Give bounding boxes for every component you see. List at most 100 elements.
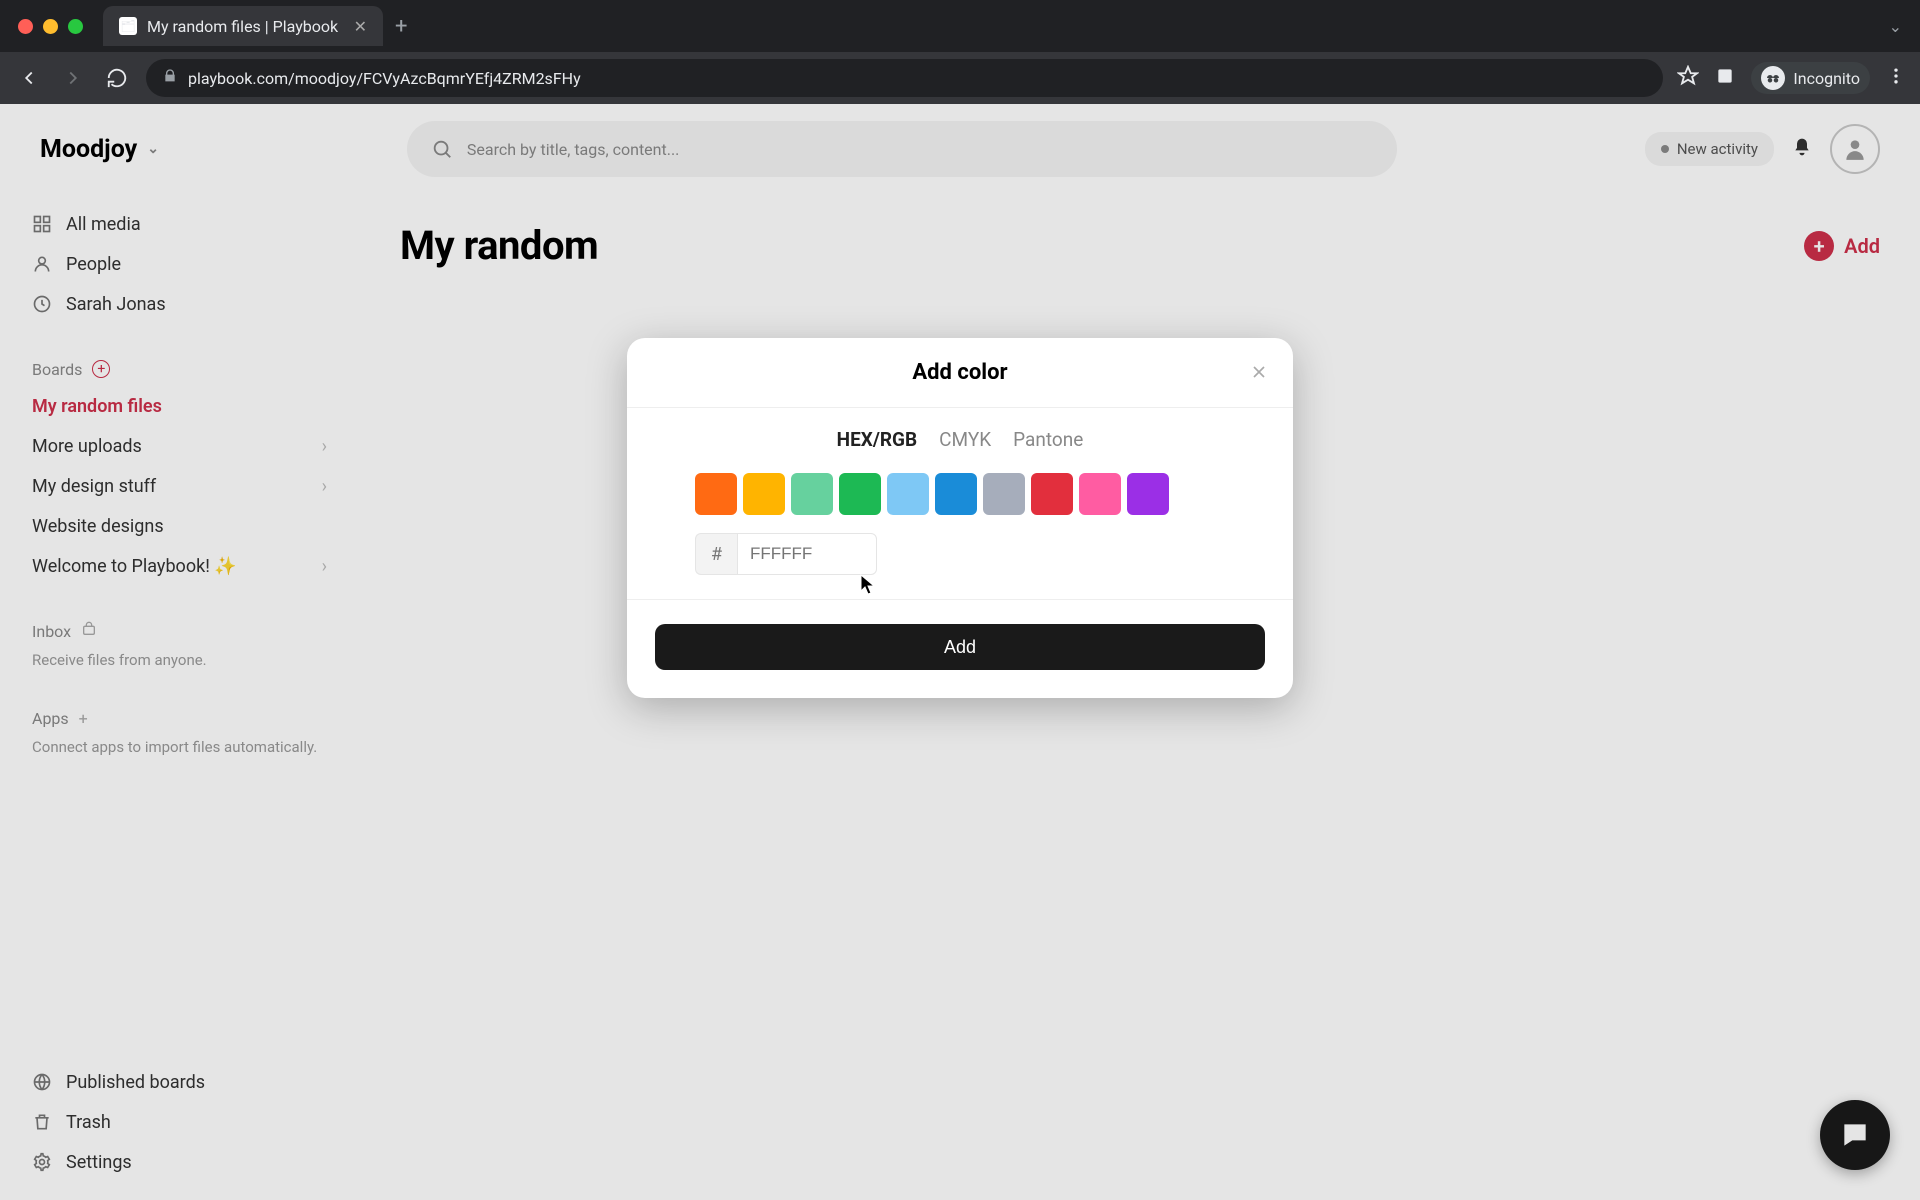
new-activity-pill[interactable]: New activity: [1645, 132, 1774, 166]
tabs-overflow-icon[interactable]: ⌄: [1889, 17, 1902, 36]
new-tab-button[interactable]: +: [395, 14, 407, 39]
color-swatch[interactable]: [887, 473, 929, 515]
notifications-icon[interactable]: [1792, 137, 1812, 161]
color-format-tabs: HEX/RGB CMYK Pantone: [655, 428, 1265, 451]
reload-button[interactable]: [102, 63, 132, 93]
incognito-label: Incognito: [1793, 69, 1860, 88]
workspace-switcher[interactable]: Moodjoy ⌄: [40, 135, 159, 164]
color-swatch[interactable]: [791, 473, 833, 515]
sidebar-board-my-design-stuff[interactable]: My design stuff ›: [20, 466, 339, 506]
search-icon: [431, 138, 453, 160]
chevron-right-icon: ›: [322, 556, 327, 577]
chevron-right-icon: ›: [322, 476, 327, 497]
add-board-button[interactable]: +: [92, 360, 110, 378]
hash-prefix: #: [695, 533, 737, 575]
sidebar-item-label: More uploads: [32, 436, 142, 457]
sidebar-item-recent-person[interactable]: Sarah Jonas: [20, 284, 339, 324]
window-minimize[interactable]: [43, 19, 58, 34]
hex-input[interactable]: [737, 533, 877, 575]
search-placeholder: Search by title, tags, content...: [467, 140, 679, 159]
sidebar-item-settings[interactable]: Settings: [20, 1142, 360, 1182]
color-swatch[interactable]: [695, 473, 737, 515]
close-modal-button[interactable]: [1245, 358, 1273, 386]
sidebar-item-label: My random files: [32, 396, 162, 417]
browser-menu-icon[interactable]: [1886, 66, 1906, 90]
bookmark-icon[interactable]: [1677, 65, 1699, 91]
clock-icon: [32, 294, 52, 314]
color-swatch[interactable]: [839, 473, 881, 515]
plus-icon: +: [1804, 231, 1834, 261]
sidebar-item-label: Sarah Jonas: [66, 294, 166, 315]
chevron-down-icon: ⌄: [147, 141, 159, 157]
sidebar-item-label: Settings: [66, 1152, 132, 1173]
workspace-name: Moodjoy: [40, 135, 137, 164]
inbox-title: Inbox: [32, 622, 71, 641]
modal-title: Add color: [912, 360, 1007, 385]
color-swatch[interactable]: [983, 473, 1025, 515]
boards-section-header: Boards +: [20, 352, 339, 386]
chat-icon: [1839, 1119, 1871, 1151]
lock-icon: [162, 68, 178, 88]
tab-hex-rgb[interactable]: HEX/RGB: [837, 428, 917, 451]
search-input[interactable]: Search by title, tags, content...: [407, 121, 1397, 177]
add-label: Add: [1844, 234, 1880, 258]
person-icon: [32, 254, 52, 274]
color-swatch[interactable]: [1079, 473, 1121, 515]
apps-hint: Connect apps to import files automatical…: [20, 735, 339, 760]
sidebar-board-my-random-files[interactable]: My random files: [20, 386, 339, 426]
color-swatch[interactable]: [743, 473, 785, 515]
activity-dot-icon: [1661, 145, 1669, 153]
back-button[interactable]: [14, 63, 44, 93]
color-swatch[interactable]: [1031, 473, 1073, 515]
address-bar[interactable]: playbook.com/moodjoy/FCVyAzcBqmrYEfj4ZRM…: [146, 59, 1663, 97]
tab-pantone[interactable]: Pantone: [1013, 428, 1083, 451]
extensions-icon[interactable]: [1715, 66, 1735, 90]
chat-widget-button[interactable]: [1820, 1100, 1890, 1170]
add-color-modal: Add color HEX/RGB CMYK Pantone # Add: [627, 338, 1293, 698]
sidebar-item-trash[interactable]: Trash: [20, 1102, 360, 1142]
sidebar-item-published-boards[interactable]: Published boards: [20, 1062, 360, 1102]
tab-title: My random files | Playbook: [147, 17, 338, 36]
sidebar-board-welcome[interactable]: Welcome to Playbook! ✨ ›: [20, 546, 339, 586]
close-tab-icon[interactable]: ✕: [354, 17, 367, 36]
favicon-icon: 🗂: [119, 17, 137, 35]
sidebar-item-label: People: [66, 254, 121, 275]
avatar[interactable]: [1830, 124, 1880, 174]
window-close[interactable]: [18, 19, 33, 34]
sidebar-item-label: My design stuff: [32, 476, 156, 497]
page-title: My random: [400, 222, 598, 269]
globe-icon: [32, 1072, 52, 1092]
gear-icon: [32, 1152, 52, 1172]
person-icon: [1842, 136, 1868, 162]
color-swatch[interactable]: [1127, 473, 1169, 515]
boards-title: Boards: [32, 360, 82, 379]
incognito-icon: [1761, 66, 1785, 90]
trash-icon: [32, 1112, 52, 1132]
chevron-right-icon: ›: [322, 436, 327, 457]
incognito-badge[interactable]: Incognito: [1751, 62, 1870, 94]
sidebar-item-all-media[interactable]: All media: [20, 204, 339, 244]
tab-cmyk[interactable]: CMYK: [939, 428, 991, 451]
grid-icon: [32, 214, 52, 234]
sidebar-item-label: All media: [66, 214, 141, 235]
sidebar-item-label: Welcome to Playbook! ✨: [32, 556, 237, 577]
window-zoom[interactable]: [68, 19, 83, 34]
add-app-button[interactable]: +: [79, 709, 88, 728]
add-color-button[interactable]: Add: [655, 624, 1265, 670]
inbox-section-header: Inbox: [20, 614, 339, 648]
browser-tab[interactable]: 🗂 My random files | Playbook ✕: [103, 6, 383, 46]
sidebar-item-label: Published boards: [66, 1072, 205, 1093]
sidebar-item-people[interactable]: People: [20, 244, 339, 284]
forward-button[interactable]: [58, 63, 88, 93]
close-icon: [1249, 362, 1269, 382]
inbox-icon: [81, 621, 97, 641]
apps-title: Apps: [32, 709, 69, 728]
apps-section-header: Apps +: [20, 701, 339, 735]
color-swatch[interactable]: [935, 473, 977, 515]
url-text: playbook.com/moodjoy/FCVyAzcBqmrYEfj4ZRM…: [188, 69, 581, 88]
cursor-icon: [860, 574, 876, 596]
sidebar-board-more-uploads[interactable]: More uploads ›: [20, 426, 339, 466]
sidebar-item-label: Trash: [66, 1112, 111, 1133]
add-button[interactable]: + Add: [1804, 231, 1880, 261]
sidebar-board-website-designs[interactable]: Website designs: [20, 506, 339, 546]
